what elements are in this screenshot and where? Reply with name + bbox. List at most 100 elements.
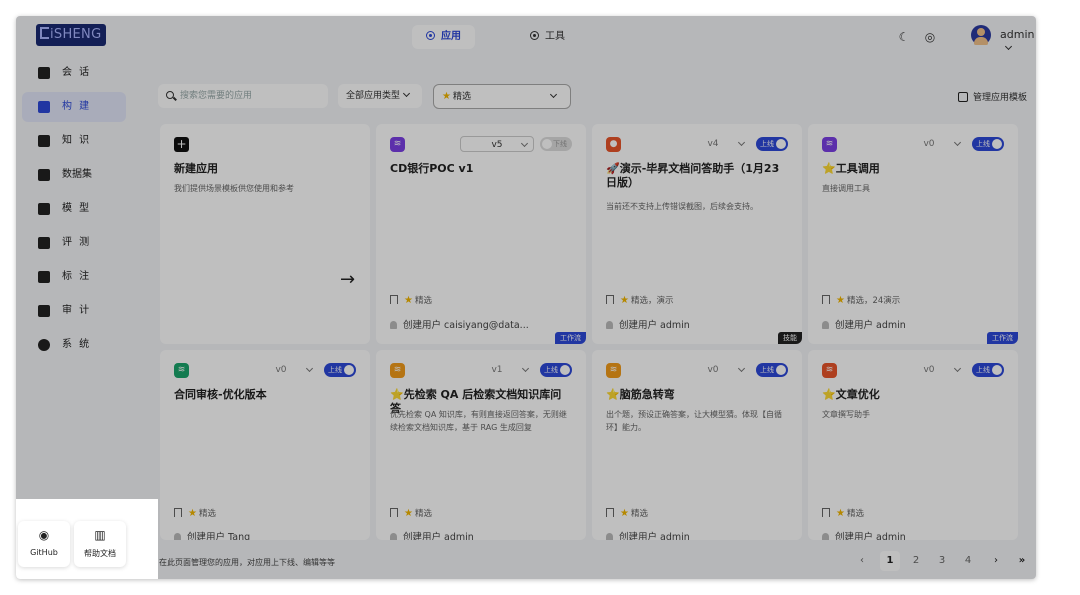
bookmark-icon (390, 508, 398, 517)
next-page-button[interactable]: › (986, 551, 1006, 571)
sidebar-item-build[interactable]: 构 建 (22, 92, 126, 122)
sidebar-item-annotation[interactable]: 标 注 (22, 262, 126, 292)
tags-text: 精选 (414, 509, 432, 519)
sidebar-item-label: 知 识 (62, 135, 92, 146)
user-menu[interactable]: admin (1000, 28, 1036, 54)
online-toggle[interactable]: 上线 (972, 137, 1004, 151)
star-icon: ★ (836, 508, 845, 519)
tags-text: 精选 (198, 509, 216, 519)
version-select[interactable]: v4 (676, 136, 750, 152)
sidebar-item-label: 模 型 (62, 203, 92, 214)
card-tags[interactable]: ★ 精选，24演示 (822, 294, 900, 306)
user-name: admin (1000, 28, 1035, 41)
sidebar-item-system[interactable]: 系 统 (22, 330, 126, 360)
app-icon: ≋ (822, 363, 837, 378)
sidebar-item-audit[interactable]: 审 计 (22, 296, 126, 326)
app-tab-icon (426, 31, 435, 40)
chevron-down-icon (520, 139, 529, 148)
globe-icon[interactable]: ◎ (919, 26, 941, 48)
app-card[interactable]: ≋ v0 上线 ⭐脑筋急转弯 出个题，预设正确答案，让大模型猜。体现【自循环】能… (592, 350, 802, 540)
help-popup: ◉ GitHub ▥ 帮助文档 (16, 499, 158, 579)
app-card[interactable]: ≋ v0 上线 ⭐文章优化 文章撰写助手 ★ 精选 创建用户 admin (808, 350, 1018, 540)
sidebar-item-knowledge[interactable]: 知 识 (22, 126, 126, 156)
card-tags[interactable]: ★ 精选 (822, 507, 864, 519)
version-value: v0 (707, 365, 719, 375)
card-owner: 创建用户 admin (606, 317, 690, 331)
star-icon: ★ (836, 295, 845, 306)
app-card[interactable]: ● v4 上线 🚀演示-毕昇文档问答助手（1月23日版） 当前还不支持上传错误截… (592, 124, 802, 344)
version-select[interactable]: v5 (460, 136, 534, 152)
theme-toggle-icon[interactable]: ☾ (893, 26, 915, 48)
owner-text: 创建用户 caisiyang@data... (403, 320, 529, 331)
online-toggle[interactable]: 上线 (756, 137, 788, 151)
avatar[interactable] (971, 25, 991, 45)
version-value: v0 (923, 139, 935, 149)
owner-text: 创建用户 admin (619, 320, 690, 331)
version-select[interactable]: v1 (460, 362, 534, 378)
online-toggle[interactable]: 上线 (756, 363, 788, 377)
app-card[interactable]: ≋ v0 上线 合同审核-优化版本 ★ 精选 创建用户 Tang (160, 350, 370, 540)
new-app-card[interactable]: + 新建应用 我们提供场景模板供您使用和参考 → (160, 124, 370, 344)
toggle-label: 下线 (553, 140, 567, 148)
sidebar-item-chat[interactable]: 会 话 (22, 58, 126, 88)
app-icon: ≋ (606, 363, 621, 378)
user-icon (822, 321, 829, 329)
card-description: 文章撰写助手 (822, 410, 870, 419)
card-tags[interactable]: ★ 精选，演示 (606, 294, 673, 306)
tag-select[interactable]: ★ 精选 (433, 84, 571, 109)
card-owner: 创建用户 admin (822, 529, 906, 540)
sidebar-item-label: 会 话 (62, 67, 92, 78)
tags-text: 精选 (630, 509, 648, 519)
app-card[interactable]: ≋ v1 上线 ⭐先检索 QA 后检索文档知识库问答 优先检索 QA 知识库，有… (376, 350, 586, 540)
card-owner: 创建用户 admin (390, 529, 474, 540)
search-input[interactable]: 搜索您需要的应用 (158, 84, 328, 108)
card-description: 出个题，预设正确答案，让大模型猜。体现【自循环】能力。 (606, 410, 782, 432)
card-title: 新建应用 (174, 162, 218, 175)
book-icon (38, 135, 50, 147)
sidebar-item-model[interactable]: 模 型 (22, 194, 126, 224)
manage-templates-button[interactable]: 管理应用模板 (958, 90, 1027, 103)
last-page-button[interactable]: » (1012, 551, 1032, 571)
tags-text: 精选，演示 (630, 296, 674, 306)
app-card[interactable]: ≋ v0 上线 ⭐工具调用 直接调用工具 ★ 精选，24演示 创建用户 admin… (808, 124, 1018, 344)
version-select[interactable]: v0 (676, 362, 750, 378)
online-toggle[interactable]: 下线 (540, 137, 572, 151)
card-tags[interactable]: ★ 精选 (606, 507, 648, 519)
card-tags[interactable]: ★ 精选 (174, 507, 216, 519)
page-3-button[interactable]: 3 (932, 551, 952, 571)
dataset-icon (38, 169, 50, 181)
sidebar-item-evaluation[interactable]: 评 测 (22, 228, 126, 258)
version-select[interactable]: v0 (892, 136, 966, 152)
page-4-button[interactable]: 4 (958, 551, 978, 571)
sidebar-item-label: 构 建 (62, 101, 92, 112)
shield-icon (38, 305, 50, 317)
tab-apps[interactable]: 应用 (412, 25, 475, 49)
online-toggle[interactable]: 上线 (324, 363, 356, 377)
bookmark-icon (822, 295, 830, 304)
online-toggle[interactable]: 上线 (540, 363, 572, 377)
app-card[interactable]: ≋ v5 下线 CD银行POC v1 ★ 精选 创建用户 caisiyang@da… (376, 124, 586, 344)
app-icon: ≋ (174, 363, 189, 378)
sidebar-item-dataset[interactable]: 数据集 (22, 160, 126, 190)
card-tags[interactable]: ★ 精选 (390, 507, 432, 519)
card-tags[interactable]: ★ 精选 (390, 294, 432, 306)
tab-tools[interactable]: 工具 (516, 25, 579, 49)
version-select[interactable]: v0 (244, 362, 318, 378)
app-type-value: 全部应用类型 (346, 91, 401, 101)
type-badge: 技能 (778, 332, 802, 344)
star-icon: ★ (620, 508, 629, 519)
online-toggle[interactable]: 上线 (972, 363, 1004, 377)
chat-icon (38, 67, 50, 79)
page-1-button[interactable]: 1 (880, 551, 900, 571)
toggle-label: 上线 (760, 140, 774, 148)
top-header: iSHENG 应用 工具 ☾ ◎ admin (16, 16, 1036, 56)
help-docs-button[interactable]: ▥ 帮助文档 (74, 521, 126, 567)
sidebar-item-label: 系 统 (62, 339, 92, 350)
version-select[interactable]: v0 (892, 362, 966, 378)
card-title: ⭐工具调用 (822, 162, 880, 175)
github-button[interactable]: ◉ GitHub (18, 521, 70, 567)
prev-page-button[interactable]: ‹ (852, 551, 872, 571)
app-type-select[interactable]: 全部应用类型 (338, 84, 422, 108)
page-2-button[interactable]: 2 (906, 551, 926, 571)
brand-logo[interactable]: iSHENG (36, 24, 106, 46)
